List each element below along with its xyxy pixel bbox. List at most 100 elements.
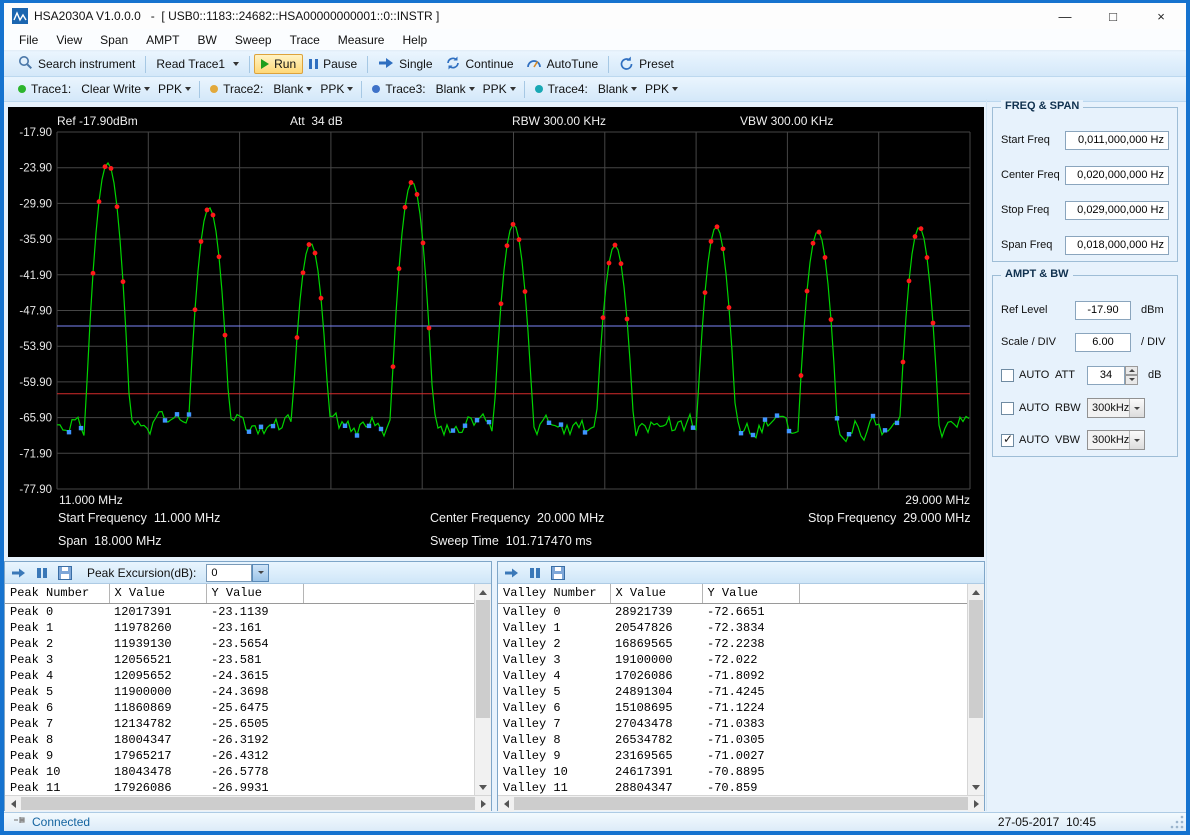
table-row[interactable]: Peak 611860869-25.6475: [5, 700, 474, 716]
table-row[interactable]: Valley 120547826-72.3834: [498, 620, 967, 636]
single-button[interactable]: Single: [372, 55, 438, 74]
table-row[interactable]: Valley 1024617391-70.8895: [498, 764, 967, 780]
scroll-down-button[interactable]: [475, 779, 491, 795]
column-header-x-value[interactable]: X Value: [109, 584, 206, 603]
table-row[interactable]: Valley 319100000-72.022: [498, 652, 967, 668]
peak-excursion-input[interactable]: [206, 564, 252, 582]
close-button[interactable]: ×: [1152, 7, 1170, 25]
valley-vertical-scrollbar[interactable]: [967, 584, 984, 795]
trace3-mode-dropdown[interactable]: Blank: [432, 80, 479, 98]
ref-level-input[interactable]: [1075, 301, 1131, 320]
column-header-x-value[interactable]: X Value: [610, 584, 702, 603]
menu-item-bw[interactable]: BW: [189, 30, 226, 50]
scroll-up-button[interactable]: [968, 584, 984, 600]
peak-excursion-dropdown[interactable]: [206, 564, 269, 582]
run-button[interactable]: Run: [254, 54, 303, 74]
table-row[interactable]: Peak 712134782-25.6505: [5, 716, 474, 732]
table-row[interactable]: Valley 826534782-71.0305: [498, 732, 967, 748]
table-row[interactable]: Peak 312056521-23.581: [5, 652, 474, 668]
export-arrow-icon[interactable]: [503, 564, 520, 581]
peak-excursion-dropdown-button[interactable]: [252, 564, 269, 582]
menu-item-view[interactable]: View: [47, 30, 91, 50]
scroll-right-button[interactable]: [968, 796, 984, 812]
trace1-detector-dropdown[interactable]: PPK: [154, 80, 195, 98]
column-header-y-value[interactable]: Y Value: [206, 584, 303, 603]
table-row[interactable]: Peak 211939130-23.5654: [5, 636, 474, 652]
pause-updates-icon[interactable]: [526, 564, 543, 581]
trace2-mode-dropdown[interactable]: Blank: [269, 80, 316, 98]
trace4-mode-dropdown[interactable]: Blank: [594, 80, 641, 98]
start-freq-input[interactable]: [1065, 131, 1169, 150]
att-spinner[interactable]: [1087, 366, 1138, 385]
minimize-button[interactable]: —: [1056, 7, 1074, 25]
pause-button[interactable]: Pause: [303, 55, 363, 73]
table-row[interactable]: Peak 511900000-24.3698: [5, 684, 474, 700]
table-row[interactable]: Valley 727043478-71.0383: [498, 716, 967, 732]
trace3-detector-dropdown[interactable]: PPK: [479, 80, 520, 98]
table-row[interactable]: Peak 1117926086-26.9931: [5, 780, 474, 796]
menu-item-measure[interactable]: Measure: [329, 30, 394, 50]
table-row[interactable]: Valley 524891304-71.4245: [498, 684, 967, 700]
menu-item-file[interactable]: File: [10, 30, 47, 50]
menu-item-sweep[interactable]: Sweep: [226, 30, 281, 50]
menu-item-ampt[interactable]: AMPT: [137, 30, 188, 50]
maximize-button[interactable]: □: [1104, 7, 1122, 25]
menu-item-help[interactable]: Help: [393, 30, 436, 50]
rbw-dropdown[interactable]: 300kHz: [1087, 398, 1145, 418]
column-header-peak-number[interactable]: Peak Number: [5, 584, 109, 603]
att-value-input[interactable]: [1087, 366, 1125, 385]
center-freq-input[interactable]: [1065, 166, 1169, 185]
table-row[interactable]: Valley 216869565-72.2238: [498, 636, 967, 652]
trace2-detector-dropdown[interactable]: PPK: [316, 80, 357, 98]
valley-horizontal-scrollbar[interactable]: [498, 795, 984, 811]
export-arrow-icon[interactable]: [10, 564, 27, 581]
table-row[interactable]: Peak 917965217-26.4312: [5, 748, 474, 764]
scroll-down-button[interactable]: [968, 779, 984, 795]
column-header-valley-number[interactable]: Valley Number: [498, 584, 610, 603]
table-row[interactable]: Peak 1018043478-26.5778: [5, 764, 474, 780]
scrollbar-thumb[interactable]: [476, 600, 490, 718]
table-row[interactable]: Peak 818004347-26.3192: [5, 732, 474, 748]
att-spin-up-button[interactable]: [1125, 366, 1138, 376]
menu-item-trace[interactable]: Trace: [281, 30, 329, 50]
scroll-right-button[interactable]: [475, 796, 491, 812]
peak-horizontal-scrollbar[interactable]: [5, 795, 491, 811]
att-spin-down-button[interactable]: [1125, 375, 1138, 385]
table-row[interactable]: Peak 111978260-23.161: [5, 620, 474, 636]
continue-loop-icon: [445, 56, 461, 73]
table-row[interactable]: Valley 923169565-71.0027: [498, 748, 967, 764]
continue-button[interactable]: Continue: [439, 54, 520, 75]
peak-vertical-scrollbar[interactable]: [474, 584, 491, 795]
rbw-auto-checkbox[interactable]: [1001, 402, 1014, 415]
vbw-auto-checkbox[interactable]: [1001, 434, 1014, 447]
table-row[interactable]: Peak 012017391-23.1139: [5, 603, 474, 620]
save-icon[interactable]: [549, 564, 566, 581]
preset-button[interactable]: Preset: [613, 54, 680, 75]
scroll-left-button[interactable]: [498, 796, 514, 812]
att-auto-checkbox[interactable]: [1001, 369, 1014, 382]
read-trace-dropdown[interactable]: Read Trace1: [150, 55, 245, 73]
trace4-detector-dropdown[interactable]: PPK: [641, 80, 682, 98]
stop-freq-input[interactable]: [1065, 201, 1169, 220]
resize-grip[interactable]: [1169, 814, 1185, 830]
trace1-mode-dropdown[interactable]: Clear Write: [77, 80, 154, 98]
menu-item-span[interactable]: Span: [91, 30, 137, 50]
search-instrument-button[interactable]: Search instrument: [12, 53, 141, 75]
scrollbar-thumb[interactable]: [969, 600, 983, 718]
span-freq-input[interactable]: [1065, 236, 1169, 255]
table-row[interactable]: Valley 615108695-71.1224: [498, 700, 967, 716]
table-row[interactable]: Valley 1128804347-70.859: [498, 780, 967, 796]
pause-updates-icon[interactable]: [33, 564, 50, 581]
autotune-button[interactable]: AutoTune: [520, 54, 605, 74]
scroll-up-button[interactable]: [475, 584, 491, 600]
vbw-dropdown[interactable]: 300kHz: [1087, 430, 1145, 450]
scale-div-input[interactable]: [1075, 333, 1131, 352]
scrollbar-thumb[interactable]: [21, 797, 475, 810]
save-icon[interactable]: [56, 564, 73, 581]
table-row[interactable]: Peak 412095652-24.3615: [5, 668, 474, 684]
scroll-left-button[interactable]: [5, 796, 21, 812]
table-row[interactable]: Valley 028921739-72.6651: [498, 603, 967, 620]
scrollbar-thumb[interactable]: [514, 797, 968, 810]
column-header-y-value[interactable]: Y Value: [702, 584, 799, 603]
table-row[interactable]: Valley 417026086-71.8092: [498, 668, 967, 684]
